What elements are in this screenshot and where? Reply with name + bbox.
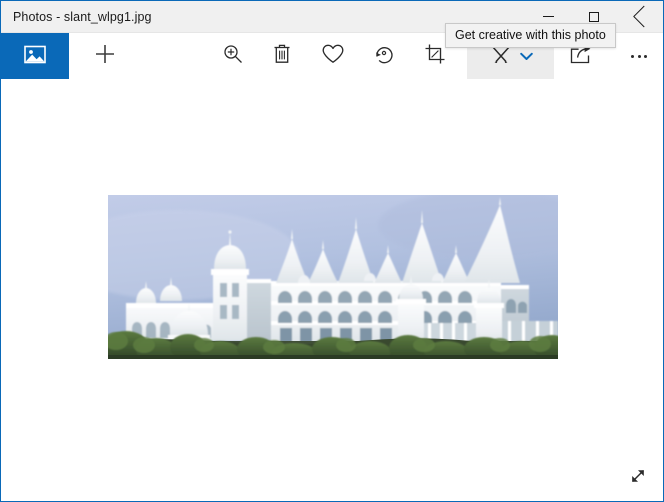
- trash-icon: [272, 43, 292, 70]
- window-title: Photos - slant_wlpg1.jpg: [13, 9, 152, 24]
- picture-icon: [24, 45, 46, 69]
- zoom-in-icon: [222, 43, 244, 70]
- see-more-button[interactable]: [616, 33, 662, 80]
- maximize-icon: [589, 11, 599, 22]
- photo-image[interactable]: [108, 195, 558, 359]
- close-button[interactable]: [617, 1, 663, 32]
- photos-window: Photos - slant_wlpg1.jpg Get creative wi…: [0, 0, 664, 502]
- plus-icon: [94, 43, 116, 70]
- close-icon: [634, 11, 646, 23]
- minimize-icon: [542, 16, 554, 17]
- ellipsis-icon: [631, 55, 647, 58]
- heart-icon: [321, 43, 345, 70]
- new-button[interactable]: [82, 33, 128, 80]
- delete-button[interactable]: [259, 33, 305, 80]
- zoom-button[interactable]: [210, 33, 256, 80]
- diagonal-arrows-icon: [628, 466, 648, 491]
- favorite-button[interactable]: [310, 33, 356, 80]
- rotate-icon: [373, 43, 395, 70]
- full-screen-button[interactable]: [621, 461, 655, 495]
- tooltip: Get creative with this photo: [445, 23, 616, 48]
- rotate-button[interactable]: [361, 33, 407, 80]
- photo-viewer-canvas[interactable]: [1, 79, 663, 501]
- collection-button[interactable]: [1, 33, 69, 80]
- chevron-down-icon: [519, 48, 533, 66]
- crop-icon: [424, 43, 446, 70]
